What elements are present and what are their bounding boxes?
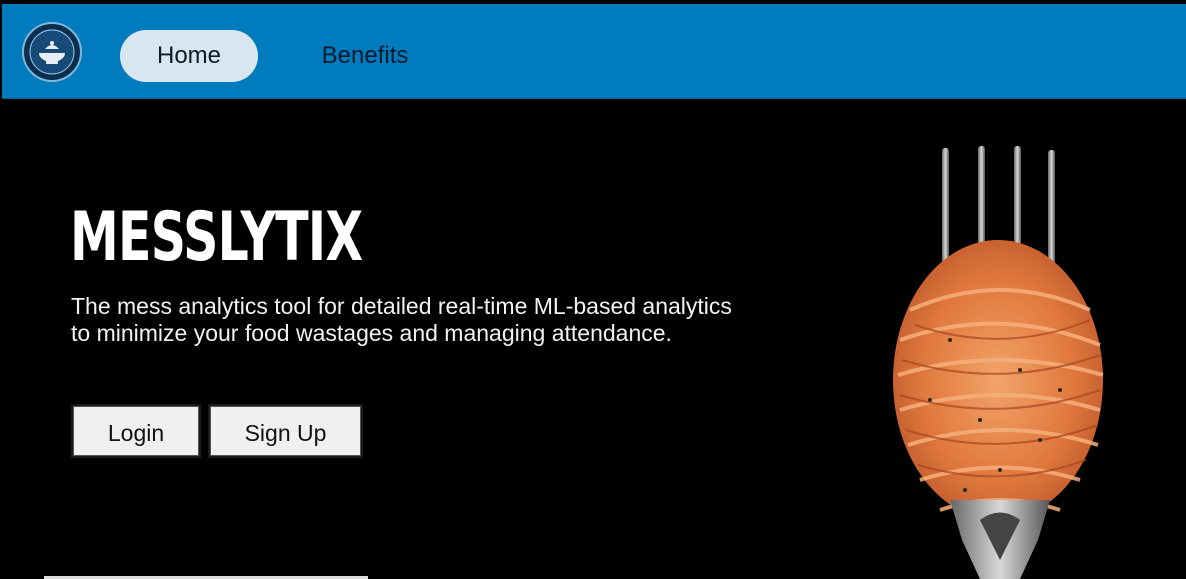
sign-up-button[interactable]: Sign Up: [208, 404, 363, 458]
messlytix-logo-icon[interactable]: [22, 22, 82, 82]
nav-benefits-link[interactable]: Benefits: [302, 30, 428, 82]
landing-page: Home Benefits MESSLYTIX The mess analyti…: [0, 0, 1186, 579]
hero-description: The mess analytics tool for detailed rea…: [71, 293, 732, 346]
hero-title: MESSLYTIX: [70, 198, 363, 277]
spaghetti-fork-image: [870, 140, 1140, 579]
login-button[interactable]: Login: [71, 404, 201, 458]
top-navbar: Home Benefits: [2, 4, 1186, 99]
nav-home-button[interactable]: Home: [120, 30, 258, 82]
